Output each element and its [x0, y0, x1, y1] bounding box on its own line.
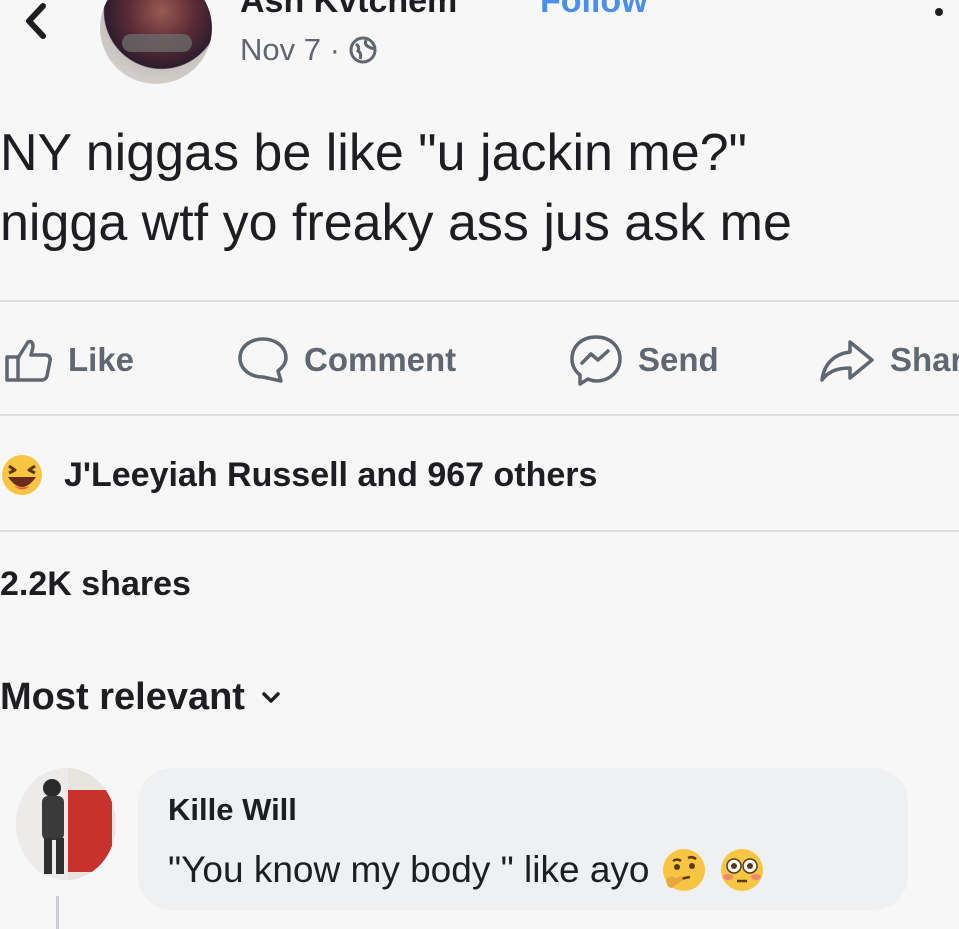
comment-body: "You know my body " like ayo: [168, 849, 650, 890]
thinking-face-icon: [660, 846, 708, 894]
post-meta: Nov 7 ·: [240, 32, 378, 68]
avatar-badge: [122, 34, 192, 52]
reactions-text: J'Leeyiah Russell and 967 others: [64, 455, 598, 494]
back-button[interactable]: [16, 0, 56, 42]
divider-bottom: [0, 414, 959, 416]
back-arrow-icon: [26, 3, 46, 39]
sort-label: Most relevant: [0, 676, 245, 718]
reply-thread-line: [56, 896, 59, 929]
action-bar: Like Comment Send Share: [0, 305, 959, 415]
comment-button[interactable]: Comment: [236, 305, 456, 415]
post-page: Ash Kvtchem Follow Nov 7 · NY niggas be …: [0, 0, 959, 929]
post-text-line-2: nigga wtf yo freaky ass jus ask me: [0, 194, 792, 252]
post-header: Ash Kvtchem Follow Nov 7 ·: [0, 0, 959, 92]
divider-reactions: [0, 530, 959, 532]
thumbs-up-icon: [5, 339, 52, 382]
globe-icon: [348, 35, 378, 65]
chevron-down-icon: [261, 691, 281, 705]
laughing-emoji-icon: [0, 453, 44, 497]
commenter-avatar[interactable]: [16, 768, 116, 880]
send-button[interactable]: Send: [568, 305, 719, 415]
author-name[interactable]: Ash Kvtchem: [240, 0, 457, 21]
divider-top: [0, 300, 959, 302]
author-avatar[interactable]: [100, 0, 212, 84]
comment-label: Comment: [304, 341, 457, 378]
comment-bubble: Kille Will "You know my body " like ayo: [138, 768, 908, 910]
share-arrow-icon: [820, 340, 874, 382]
share-button[interactable]: Share: [818, 305, 959, 415]
send-label: Send: [638, 341, 719, 378]
share-label: Share: [890, 341, 959, 378]
like-label: Like: [68, 341, 135, 378]
shares-count[interactable]: 2.2K shares: [0, 565, 191, 604]
comment-bubble-icon: [238, 337, 288, 383]
flushed-face-icon: [718, 846, 766, 894]
post-text-line-1: NY niggas be like "u jackin me?": [0, 124, 748, 182]
messenger-icon: [570, 335, 622, 386]
like-button[interactable]: Like: [4, 305, 134, 415]
post-body: NY niggas be like "u jackin me?" nigga wt…: [0, 118, 959, 258]
comment-sort-dropdown[interactable]: Most relevant: [0, 676, 281, 719]
commenter-name[interactable]: Kille Will: [168, 792, 297, 828]
reactions-summary[interactable]: J'Leeyiah Russell and 967 others: [0, 440, 597, 510]
post-timestamp[interactable]: Nov 7 ·: [240, 32, 340, 68]
comment-text: "You know my body " like ayo: [168, 846, 766, 894]
follow-link[interactable]: Follow: [540, 0, 648, 21]
more-options-icon[interactable]: [935, 8, 943, 16]
